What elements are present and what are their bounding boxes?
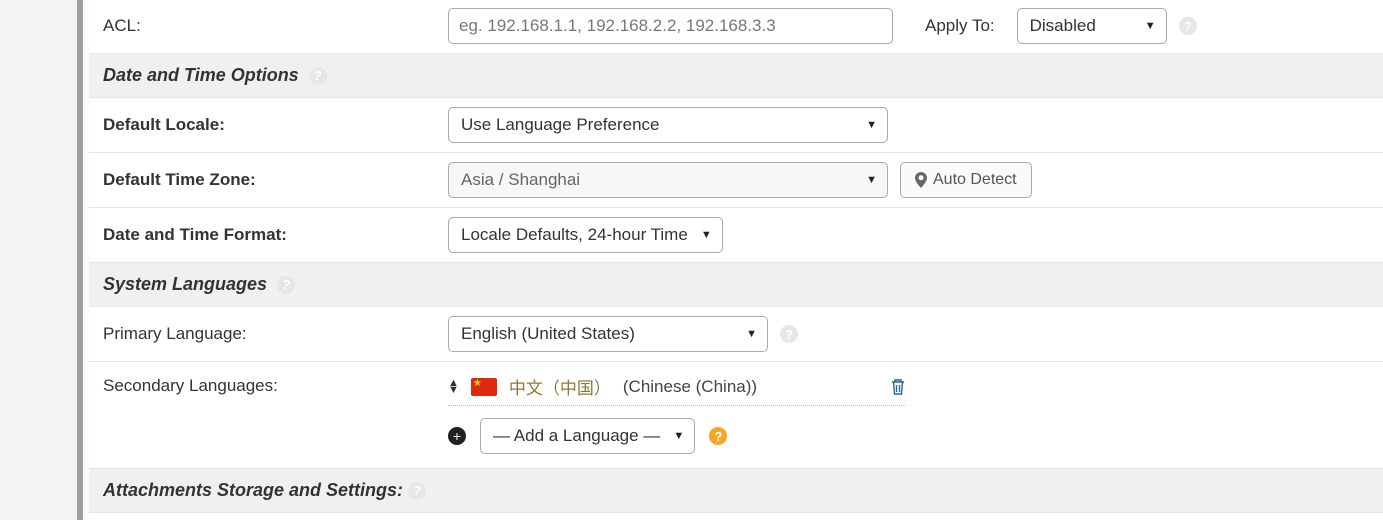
secondary-languages-label: Secondary Languages: (103, 372, 448, 396)
add-language-select[interactable]: — Add a Language — (480, 418, 695, 454)
default-locale-row: Default Locale: Use Language Preference (89, 97, 1383, 153)
acl-row: ACL: Apply To: Disabled ? (89, 0, 1383, 54)
section-datetime: Date and Time Options ? (89, 53, 1383, 98)
section-attachments: Attachments Storage and Settings: ? (89, 468, 1383, 513)
acl-label: ACL: (103, 16, 448, 36)
sort-handle-icon[interactable]: ▲▼ (448, 380, 459, 394)
help-icon[interactable]: ? (408, 482, 426, 500)
auto-detect-button[interactable]: Auto Detect (900, 162, 1032, 198)
auto-detect-label: Auto Detect (933, 171, 1017, 189)
primary-language-select[interactable]: English (United States) (448, 316, 768, 352)
secondary-language-native: 中文（中国） (509, 374, 611, 399)
default-tz-row: Default Time Zone: Asia / Shanghai Auto … (89, 152, 1383, 208)
primary-language-row: Primary Language: English (United States… (89, 306, 1383, 362)
delete-icon[interactable] (890, 378, 906, 396)
secondary-languages-row: Secondary Languages: ▲▼ 中文（中国） (Chinese … (89, 361, 1383, 469)
default-locale-label: Default Locale: (103, 115, 448, 135)
store-attachments-row: Store Attachments: In the database * ? (89, 512, 1383, 520)
default-locale-select[interactable]: Use Language Preference (448, 107, 888, 143)
acl-input[interactable] (448, 8, 893, 44)
flag-cn-icon (471, 378, 497, 396)
plus-circle-icon[interactable]: + (448, 427, 466, 445)
datetime-format-label: Date and Time Format: (103, 225, 448, 245)
datetime-format-row: Date and Time Format: Locale Defaults, 2… (89, 207, 1383, 263)
default-tz-label: Default Time Zone: (103, 170, 448, 190)
default-tz-select[interactable]: Asia / Shanghai (448, 162, 888, 198)
location-pin-icon (915, 172, 927, 188)
apply-to-select[interactable]: Disabled (1017, 8, 1167, 44)
help-icon[interactable]: ? (709, 427, 727, 445)
section-datetime-title: Date and Time Options (103, 65, 299, 86)
section-languages: System Languages ? (89, 262, 1383, 307)
help-icon[interactable]: ? (277, 276, 295, 294)
help-icon[interactable]: ? (780, 325, 798, 343)
secondary-language-item: ▲▼ 中文（中国） (Chinese (China)) (448, 374, 906, 406)
secondary-language-english: (Chinese (China)) (623, 377, 757, 397)
datetime-format-select[interactable]: Locale Defaults, 24-hour Time (448, 217, 723, 253)
apply-to-label: Apply To: (925, 16, 995, 36)
section-attachments-title: Attachments Storage and Settings: (103, 480, 403, 501)
primary-language-label: Primary Language: (103, 324, 448, 344)
help-icon[interactable]: ? (1179, 17, 1197, 35)
help-icon[interactable]: ? (309, 67, 327, 85)
section-languages-title: System Languages (103, 274, 267, 295)
add-language-row: + — Add a Language — ? (448, 418, 906, 454)
